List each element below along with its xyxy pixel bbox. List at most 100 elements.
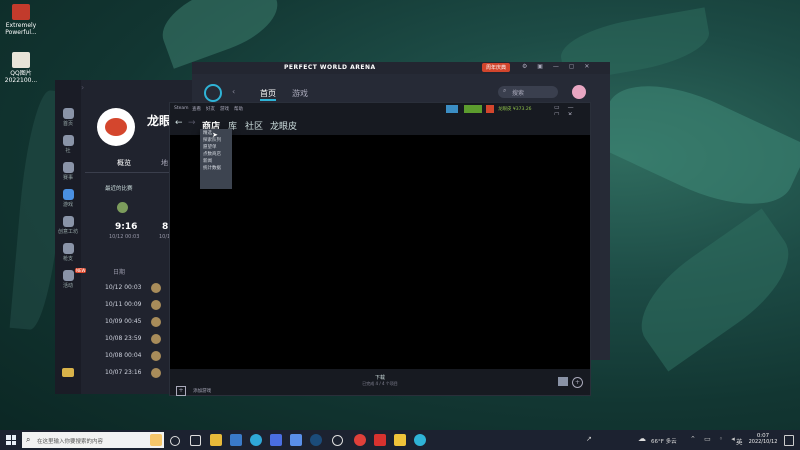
add-game-label: 添加游戏 [193, 389, 212, 394]
search-input[interactable]: ⌕ 搜索 [498, 86, 558, 98]
map-icon [151, 283, 161, 293]
pwa-titlebar: PERFECT WORLD ARENA 周年庆典 ⚙ ▣ — ▢ ✕ [192, 62, 610, 74]
map-icon [151, 300, 161, 310]
add-friend-icon[interactable]: + [572, 377, 583, 388]
match-date: 10/08 23:59 [105, 335, 142, 342]
taskbar-search-input[interactable]: ⌕ 在这里输入你要搜索的内容 [22, 432, 164, 448]
notification-icon[interactable] [784, 435, 794, 446]
start-button[interactable] [6, 435, 16, 445]
dropdown-item-points-shop[interactable]: 点数商店 [200, 150, 232, 157]
file-explorer-icon[interactable] [210, 434, 222, 446]
desktop-icon-label: Extremely Powerful... [5, 22, 37, 36]
add-game-button[interactable]: + 添加游戏 [176, 377, 211, 396]
netease-music-icon[interactable] [374, 434, 386, 446]
tray-icons[interactable]: ⌃ ▭ ◦ ◂ [690, 435, 738, 443]
window-controls[interactable]: ⚙ ▣ — ▢ ✕ [522, 63, 593, 70]
match-date: 10/11 00:09 [105, 301, 142, 308]
match-date: 10/07 23:16 [105, 369, 142, 376]
dropdown-item-wishlist[interactable]: 愿望单 [200, 143, 232, 150]
menu-view[interactable]: 查看 [192, 106, 201, 112]
search-placeholder: 搜索 [512, 90, 525, 97]
launcher-sidebar: 首页 社 赛事 游戏 创意工坊 枪支 活动 NEW [55, 80, 87, 394]
sidebar-item-community[interactable]: 社 [55, 135, 81, 154]
downloads-title: 下载 [374, 375, 385, 381]
image-file-icon [12, 52, 30, 68]
forward-arrow-icon[interactable]: → [188, 118, 196, 128]
tab-overview[interactable]: 概览 [117, 158, 131, 168]
back-arrow-icon[interactable]: ← [175, 118, 183, 128]
clock-date: 2022/10/12 [748, 439, 778, 445]
desktop-icon-game[interactable]: Extremely Powerful... [4, 4, 38, 36]
tool-icon[interactable] [290, 434, 302, 446]
ime-indicator[interactable]: 英 [736, 436, 743, 446]
menu-games[interactable]: 游戏 [220, 106, 229, 112]
taskbar-search-placeholder: 在这里输入你要搜索的内容 [37, 439, 104, 445]
steam-icon[interactable] [310, 434, 322, 446]
menu-steam[interactable]: Steam [174, 106, 189, 111]
dropdown-item-news[interactable]: 新闻 [200, 157, 232, 164]
friends-chat-button[interactable] [558, 377, 568, 386]
wallet-badge[interactable] [464, 105, 482, 113]
widgets-icon[interactable] [190, 435, 201, 446]
user-avatar[interactable] [572, 85, 586, 99]
match-date: 10/12 00:03 [105, 284, 142, 291]
new-badge: NEW [75, 268, 87, 273]
tab-profile[interactable]: 龙眼皮 [270, 119, 297, 132]
weibo-icon[interactable] [354, 434, 366, 446]
back-arrow-icon[interactable]: ‹ [232, 87, 235, 96]
table-header-date: 日期 [113, 269, 126, 276]
sidebar-item-games[interactable]: 游戏 [55, 189, 81, 208]
sidebar-item-label: 游戏 [62, 202, 73, 208]
game-shortcut-icon [12, 4, 30, 20]
leaf-decoration [153, 0, 287, 69]
store-icon[interactable] [270, 434, 282, 446]
pwa-launcher-icon[interactable] [414, 434, 426, 446]
trophy-icon [62, 162, 74, 173]
weather-text[interactable]: 66°F 多云 [651, 437, 677, 445]
announcement-button[interactable] [446, 105, 458, 113]
desktop-icon-image[interactable]: QQ图片 2022100... [4, 52, 38, 84]
tab-map[interactable]: 地 [161, 158, 168, 168]
downloads-status[interactable]: 下载 已完成 4 / 4 个项目 [330, 374, 430, 387]
match-date: 10/08 00:04 [105, 352, 142, 359]
wallet-text: 龙眼皮 ¥373.26 [498, 107, 532, 112]
forward-arrow-icon[interactable]: › [81, 83, 84, 92]
clock-app-icon[interactable] [332, 435, 343, 446]
profile-avatar[interactable] [486, 105, 494, 113]
anniversary-badge[interactable]: 周年庆典 [482, 63, 511, 72]
edge-browser-icon[interactable] [250, 434, 262, 446]
gift-icon[interactable] [62, 368, 74, 377]
sidebar-item-guns[interactable]: 枪支 [55, 243, 81, 262]
menu-friends[interactable]: 好友 [206, 106, 215, 112]
desktop-icon-label: QQ图片 2022100... [4, 70, 38, 84]
steam-menubar: Steam 查看 好友 游戏 帮助 龙眼皮 ¥373.26 ▭ — ▢ ✕ [170, 103, 590, 118]
launcher-username: 龙眼 [147, 114, 172, 128]
sidebar-item-home[interactable]: 首页 [55, 108, 81, 127]
search-icon: ⌕ [503, 87, 507, 94]
menu-help[interactable]: 帮助 [234, 106, 243, 112]
stat-rank-icon [117, 202, 128, 213]
clock[interactable]: 0:07 2022/10/12 [748, 433, 778, 445]
game-app-icon[interactable] [394, 434, 406, 446]
steam-navbar: ← → 商店 库 社区 龙眼皮 [170, 115, 590, 135]
tab-community[interactable]: 社区 [245, 119, 263, 132]
dropdown-item-stats[interactable]: 统计数据 [200, 164, 232, 171]
map-icon [151, 317, 161, 327]
task-view-icon[interactable] [170, 436, 180, 446]
community-icon [62, 135, 74, 146]
mail-icon[interactable] [230, 434, 242, 446]
event-icon [62, 270, 74, 281]
network-activity-icon[interactable]: ↗ [586, 435, 592, 443]
weather-icon: ☁ [638, 434, 646, 443]
leaf-decoration [622, 208, 800, 372]
nav-games[interactable]: 游戏 [292, 88, 308, 99]
sidebar-item-workshop[interactable]: 创意工坊 [55, 216, 81, 235]
steam-window: Steam 查看 好友 游戏 帮助 龙眼皮 ¥373.26 ▭ — ▢ ✕ ← … [169, 102, 591, 396]
map-icon [151, 334, 161, 344]
sidebar-item-label: 社 [65, 148, 71, 154]
taskbar: ⌕ 在这里输入你要搜索的内容 ↗ ☁ 66°F 多云 ⌃ ▭ ◦ ◂ 英 0:0… [0, 430, 800, 450]
nav-home[interactable]: 首页 [260, 88, 276, 99]
recent-matches-title: 最近的比赛 [105, 186, 133, 192]
downloads-subtitle: 已完成 4 / 4 个项目 [362, 381, 398, 386]
sidebar-item-tournament[interactable]: 赛事 [55, 162, 81, 181]
